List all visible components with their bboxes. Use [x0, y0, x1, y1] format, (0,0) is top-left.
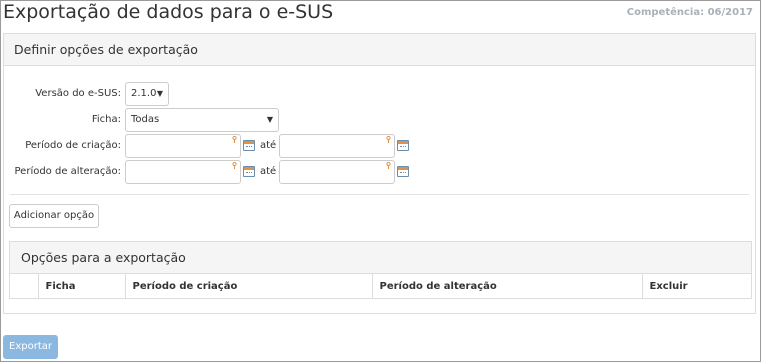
pin-icon	[386, 162, 391, 169]
column-header-ficha: Ficha	[38, 274, 126, 298]
ficha-label: Ficha:	[91, 114, 121, 125]
ate-label: até	[260, 166, 277, 177]
pin-icon	[232, 162, 237, 169]
pin-icon	[386, 136, 391, 143]
export-options-table-panel: Opções para a exportação Ficha Período d…	[9, 241, 752, 299]
column-header-periodo-alteracao: Período de alteração	[372, 274, 643, 298]
ficha-select[interactable]: Todas ▼	[125, 108, 279, 132]
ate-label: até	[260, 140, 277, 151]
periodo-criacao-fim-input[interactable]	[279, 134, 395, 158]
periodo-alteracao-fim-input[interactable]	[279, 160, 395, 184]
competencia-label: Competência: 06/2017	[626, 7, 753, 18]
calendar-icon[interactable]	[397, 166, 409, 177]
pin-icon	[232, 136, 237, 143]
ficha-value: Todas	[131, 114, 160, 125]
caret-down-icon: ▼	[266, 115, 273, 124]
caret-down-icon: ▼	[156, 89, 163, 98]
subpanel-header: Opções para a exportação	[10, 242, 751, 274]
versao-select[interactable]: 2.1.0 ▼	[125, 82, 169, 106]
subpanel-title: Opções para a exportação	[21, 250, 186, 265]
column-header-periodo-criacao: Período de criação	[125, 274, 373, 298]
column-header-select	[10, 274, 39, 298]
periodo-alteracao-label: Período de alteração:	[14, 166, 122, 177]
panel-title: Definir opções de exportação	[14, 42, 198, 57]
export-button[interactable]: Exportar	[3, 335, 58, 359]
column-header-excluir: Excluir	[649, 280, 688, 292]
calendar-icon[interactable]	[243, 140, 255, 151]
calendar-icon[interactable]	[243, 166, 255, 177]
panel-header: Definir opções de exportação	[4, 34, 755, 66]
divider	[10, 194, 749, 195]
periodo-criacao-inicio-input[interactable]	[125, 134, 241, 158]
export-options-table: Ficha Período de criação Período de alte…	[10, 274, 751, 298]
versao-value: 2.1.0	[131, 88, 157, 99]
calendar-icon[interactable]	[397, 140, 409, 151]
page-title: Exportação de dados para o e-SUS	[3, 1, 334, 23]
add-option-button[interactable]: Adicionar opção	[9, 204, 99, 228]
table-header-row: Ficha Período de criação Período de alte…	[10, 274, 751, 298]
versao-label: Versão do e-SUS:	[35, 88, 121, 99]
periodo-alteracao-inicio-input[interactable]	[125, 160, 241, 184]
periodo-criacao-label: Período de criação:	[25, 140, 121, 151]
export-options-panel: Definir opções de exportação Versão do e…	[3, 33, 756, 314]
